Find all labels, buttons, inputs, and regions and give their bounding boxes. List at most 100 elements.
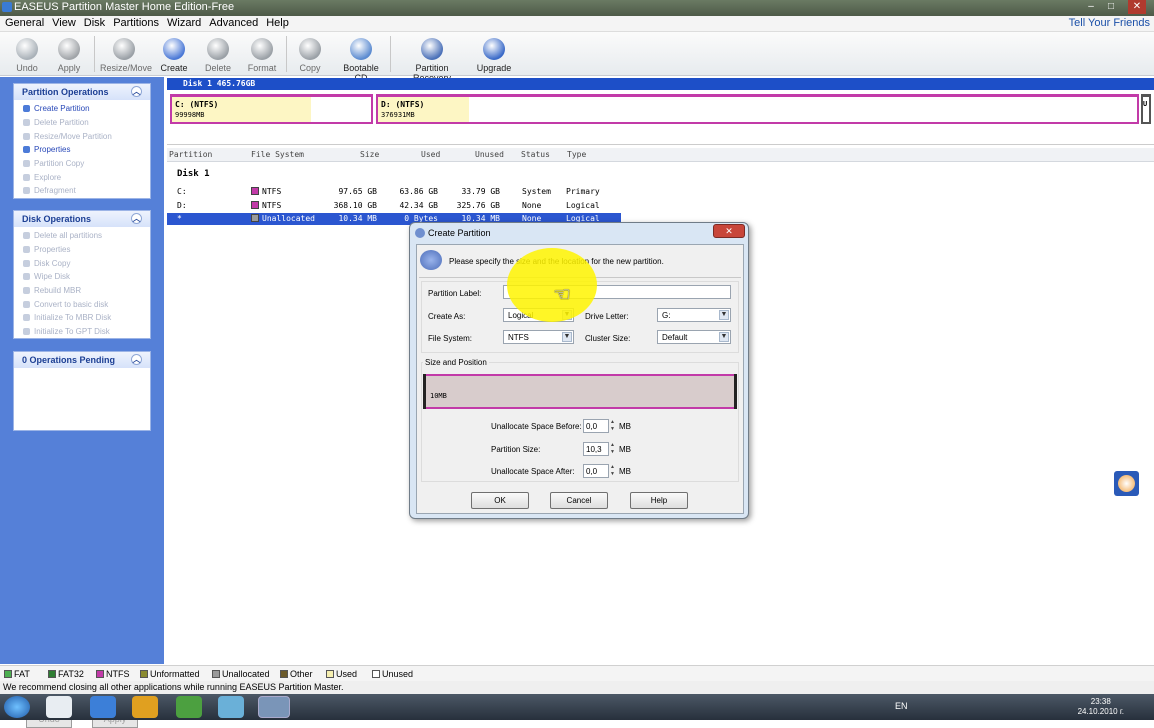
left-resize-handle[interactable]	[423, 374, 426, 409]
operation-label: Properties	[34, 245, 71, 255]
table-cell[interactable]: Logical	[566, 201, 600, 210]
language-indicator[interactable]: EN	[895, 701, 908, 711]
start-button[interactable]	[4, 696, 30, 718]
table-cell[interactable]: System	[522, 187, 551, 196]
partition-operation-item[interactable]: Explore	[14, 170, 150, 184]
col-unused[interactable]: Unused	[475, 150, 504, 159]
table-cell[interactable]: NTFS	[251, 187, 281, 196]
table-cell[interactable]: Primary	[566, 187, 600, 196]
help-button[interactable]: Help	[630, 492, 688, 509]
partition-operation-item[interactable]: Partition Copy	[14, 157, 150, 171]
toolbar-undo-button[interactable]: Undo	[10, 36, 44, 73]
col-file-system[interactable]: File System	[251, 150, 304, 159]
toolbar-separator	[94, 36, 95, 72]
dialog-close-button[interactable]: ✕	[713, 224, 745, 238]
taskbar-app[interactable]	[132, 696, 158, 718]
space-before-input[interactable]: 0,0	[583, 419, 609, 433]
table-cell[interactable]: Unallocated	[251, 214, 315, 223]
collapse-icon[interactable]: ︿	[131, 86, 142, 97]
collapse-icon[interactable]: ︿	[131, 354, 142, 365]
taskbar-app[interactable]	[218, 696, 244, 718]
partition-c-block[interactable]: C: (NTFS) 99998MB	[170, 94, 373, 124]
disk-operation-item[interactable]: Delete all partitions	[14, 229, 150, 243]
panel-header[interactable]: Partition Operations ︿	[14, 84, 150, 100]
disk-operation-item[interactable]: Wipe Disk	[14, 270, 150, 284]
table-cell[interactable]: 10.34 MB	[317, 214, 377, 223]
menu-disk[interactable]: Disk	[79, 16, 108, 29]
partition-operation-item[interactable]: Defragment	[14, 184, 150, 198]
menu-wizard[interactable]: Wizard	[162, 16, 204, 29]
col-partition[interactable]: Partition	[169, 150, 212, 159]
menu-general[interactable]: General	[0, 16, 47, 29]
table-cell[interactable]: None	[522, 201, 541, 210]
disk-operation-item[interactable]: Initialize To MBR Disk	[14, 311, 150, 325]
minimize-button[interactable]: –	[1082, 0, 1100, 14]
unallocated-block[interactable]: U	[1141, 94, 1151, 124]
menu-partitions[interactable]: Partitions	[108, 16, 162, 29]
partition-d-block[interactable]: D: (NTFS) 376931MB	[376, 94, 1139, 124]
drive-letter-select[interactable]: G: ▼	[657, 308, 731, 322]
col-size[interactable]: Size	[360, 150, 379, 159]
table-cell[interactable]: 325.76 GB	[440, 201, 500, 210]
toolbar-apply-button[interactable]: Apply	[52, 36, 86, 73]
right-resize-handle[interactable]	[734, 374, 737, 409]
table-cell[interactable]: 63.86 GB	[378, 187, 438, 196]
disk-header[interactable]: Disk 1 465.76GB	[167, 78, 1154, 90]
partition-operation-item[interactable]: Properties	[14, 143, 150, 157]
toolbar-create-button[interactable]: Create	[156, 36, 192, 73]
close-button[interactable]: ✕	[1128, 0, 1146, 14]
menu-advanced[interactable]: Advanced	[204, 16, 261, 29]
toolbar-format-button[interactable]: Format	[244, 36, 280, 73]
partition-size-input[interactable]: 10,3	[583, 442, 609, 456]
disk-operation-item[interactable]: Initialize To GPT Disk	[14, 325, 150, 339]
col-type[interactable]: Type	[567, 150, 586, 159]
partition-size-spinner[interactable]: ▲ ▼	[610, 442, 617, 456]
clock[interactable]: 23:38 24.10.2010 г.	[1078, 697, 1124, 717]
table-cell[interactable]: 368.10 GB	[317, 201, 377, 210]
table-cell[interactable]: 33.79 GB	[440, 187, 500, 196]
tell-friends-link[interactable]: Tell Your Friends	[1069, 17, 1150, 29]
partition-operation-item[interactable]: Resize/Move Partition	[14, 129, 150, 143]
disk-operation-item[interactable]: Disk Copy	[14, 256, 150, 270]
file-system-select[interactable]: NTFS ▼	[503, 330, 574, 344]
disk-operation-item[interactable]: Convert to basic disk	[14, 297, 150, 311]
toolbar-partition-recovery-button[interactable]: Partition Recovery	[396, 36, 468, 83]
table-cell[interactable]: C:	[177, 187, 187, 196]
toolbar-bootable-cd-button[interactable]: Bootable CD	[336, 36, 386, 83]
operation-icon	[23, 328, 30, 336]
partition-operation-item[interactable]: Create Partition	[14, 102, 150, 116]
ok-button[interactable]: OK	[471, 492, 529, 509]
partition-operation-item[interactable]: Delete Partition	[14, 116, 150, 130]
maximize-button[interactable]: □	[1102, 0, 1120, 14]
disk-operation-item[interactable]: Rebuild MBR	[14, 284, 150, 298]
table-cell[interactable]: 97.65 GB	[317, 187, 377, 196]
table-cell[interactable]: NTFS	[251, 200, 281, 210]
disk-operation-item[interactable]: Properties	[14, 243, 150, 257]
collapse-icon[interactable]: ︿	[131, 213, 142, 224]
toolbar-copy-button[interactable]: Copy	[292, 36, 328, 73]
cluster-size-select[interactable]: Default ▼	[657, 330, 731, 344]
taskbar-partition-master[interactable]	[258, 696, 290, 718]
panel-header[interactable]: 0 Operations Pending ︿	[14, 352, 150, 368]
col-status[interactable]: Status	[521, 150, 550, 159]
partition-size-bar[interactable]: 10MB	[423, 374, 737, 409]
disk-group-label[interactable]: Disk 1	[177, 169, 210, 179]
tray-app-icon[interactable]	[1114, 471, 1139, 496]
space-before-spinner[interactable]: ▲ ▼	[610, 419, 617, 433]
table-cell[interactable]: D:	[177, 201, 187, 210]
col-used[interactable]: Used	[421, 150, 440, 159]
taskbar-media-player[interactable]	[46, 696, 72, 718]
toolbar-upgrade-button[interactable]: Upgrade	[474, 36, 514, 73]
table-cell[interactable]: *	[177, 214, 182, 223]
toolbar-delete-button[interactable]: Delete	[200, 36, 236, 73]
panel-header[interactable]: Disk Operations ︿	[14, 211, 150, 227]
table-cell[interactable]: 42.34 GB	[378, 201, 438, 210]
space-after-spinner[interactable]: ▲ ▼	[610, 464, 617, 478]
menu-help[interactable]: Help	[261, 16, 292, 29]
taskbar-internet-explorer[interactable]	[90, 696, 116, 718]
space-after-input[interactable]: 0,0	[583, 464, 609, 478]
cancel-button[interactable]: Cancel	[550, 492, 608, 509]
taskbar-app[interactable]	[176, 696, 202, 718]
menu-view[interactable]: View	[47, 16, 79, 29]
toolbar-resize-move-button[interactable]: Resize/Move	[100, 36, 152, 73]
